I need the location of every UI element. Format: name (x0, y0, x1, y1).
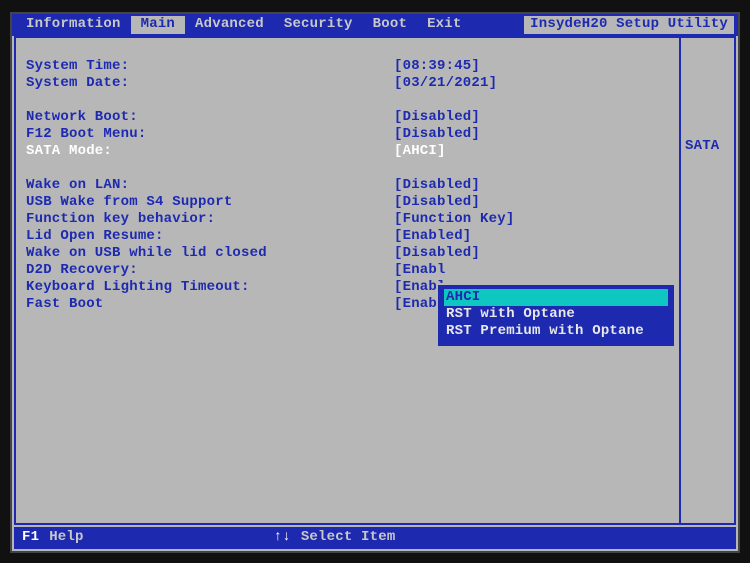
hint-select: ↑↓ Select Item (274, 529, 396, 547)
setting-fn-key-behavior[interactable]: Function key behavior: [Function Key] (24, 211, 671, 228)
label-fast-boot: Fast Boot (24, 296, 394, 314)
label-select-item: Select Item (301, 529, 396, 547)
tab-security[interactable]: Security (274, 16, 363, 34)
value-system-date: [03/21/2021] (394, 75, 497, 93)
tab-advanced[interactable]: Advanced (185, 16, 274, 34)
label-system-time: System Time: (24, 58, 394, 76)
value-fn-key-behavior: [Function Key] (394, 211, 514, 229)
label-help: Help (49, 529, 83, 547)
value-network-boot: [Disabled] (394, 109, 480, 127)
value-f12-boot-menu: [Disabled] (394, 126, 480, 144)
option-rst-optane[interactable]: RST with Optane (444, 306, 668, 323)
label-f12-boot-menu: F12 Boot Menu: (24, 126, 394, 144)
label-system-date: System Date: (24, 75, 394, 93)
setting-wake-usb-lid-closed[interactable]: Wake on USB while lid closed [Disabled] (24, 245, 671, 262)
setting-system-time[interactable]: System Time: [08:39:45] (24, 58, 671, 75)
footer-bar: F1 Help ↑↓ Select Item (14, 527, 736, 549)
tab-main[interactable]: Main (131, 16, 185, 34)
tab-information[interactable]: Information (16, 16, 131, 34)
hint-help: F1 Help (22, 529, 84, 547)
spacer (24, 160, 671, 177)
sata-mode-dropdown[interactable]: AHCI RST with Optane RST Premium with Op… (436, 283, 676, 348)
option-rst-premium[interactable]: RST Premium with Optane (444, 323, 668, 340)
content-frame: System Time: [08:39:45] System Date: [03… (14, 36, 736, 525)
label-lid-open-resume: Lid Open Resume: (24, 228, 394, 246)
tab-exit[interactable]: Exit (417, 16, 471, 34)
key-f1: F1 (22, 529, 39, 547)
bios-screen: Information Main Advanced Security Boot … (10, 12, 740, 553)
spacer (24, 92, 671, 109)
value-sata-mode: [AHCI] (394, 143, 446, 161)
setting-system-date[interactable]: System Date: [03/21/2021] (24, 75, 671, 92)
value-system-time: [08:39:45] (394, 58, 480, 76)
bios-brand: InsydeH20 Setup Utility (524, 16, 734, 34)
setting-network-boot[interactable]: Network Boot: [Disabled] (24, 109, 671, 126)
value-wake-on-lan: [Disabled] (394, 177, 480, 195)
label-d2d-recovery: D2D Recovery: (24, 262, 394, 280)
setting-sata-mode[interactable]: SATA Mode: [AHCI] (24, 143, 671, 160)
label-wake-on-lan: Wake on LAN: (24, 177, 394, 195)
setting-lid-open-resume[interactable]: Lid Open Resume: [Enabled] (24, 228, 671, 245)
key-arrows: ↑↓ (274, 529, 291, 547)
setting-d2d-recovery[interactable]: D2D Recovery: [Enabl (24, 262, 671, 279)
label-fn-key-behavior: Function key behavior: (24, 211, 394, 229)
value-wake-usb-lid-closed: [Disabled] (394, 245, 480, 263)
value-d2d-recovery: [Enabl (394, 262, 446, 280)
label-sata-mode: SATA Mode: (24, 143, 394, 161)
tab-boot[interactable]: Boot (363, 16, 417, 34)
setting-wake-on-lan[interactable]: Wake on LAN: [Disabled] (24, 177, 671, 194)
help-panel: SATA (679, 38, 734, 523)
menu-bar: Information Main Advanced Security Boot … (12, 14, 738, 36)
label-wake-usb-lid-closed: Wake on USB while lid closed (24, 245, 394, 263)
setting-f12-boot-menu[interactable]: F12 Boot Menu: [Disabled] (24, 126, 671, 143)
label-kb-light-timeout: Keyboard Lighting Timeout: (24, 279, 394, 297)
label-usb-wake-s4: USB Wake from S4 Support (24, 194, 394, 212)
value-usb-wake-s4: [Disabled] (394, 194, 480, 212)
value-lid-open-resume: [Enabled] (394, 228, 471, 246)
help-text: SATA (685, 138, 719, 154)
label-network-boot: Network Boot: (24, 109, 394, 127)
settings-panel: System Time: [08:39:45] System Date: [03… (16, 38, 679, 523)
option-ahci[interactable]: AHCI (444, 289, 668, 306)
setting-usb-wake-s4[interactable]: USB Wake from S4 Support [Disabled] (24, 194, 671, 211)
